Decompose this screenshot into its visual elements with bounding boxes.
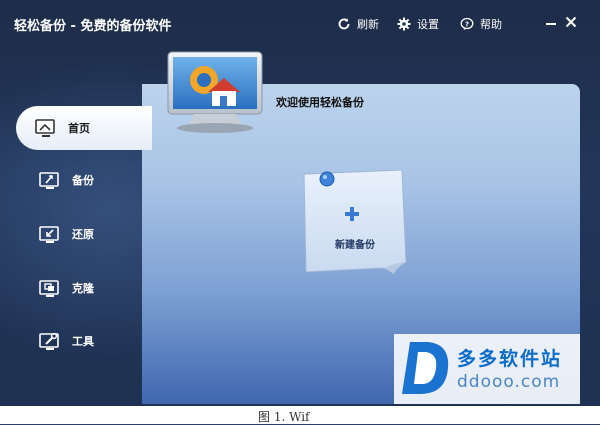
help-label: 帮助	[480, 18, 502, 31]
footer-caption: 图 1. Wif	[258, 410, 310, 424]
backup-monitor-icon	[39, 172, 59, 189]
sidebar-item-home[interactable]: 首页	[16, 106, 152, 150]
close-button[interactable]	[561, 12, 581, 32]
app-title: 轻松备份 - 免费的备份软件	[14, 19, 172, 34]
sidebar-item-label: 工具	[72, 335, 94, 348]
refresh-label: 刷新	[357, 18, 379, 31]
clone-monitor-icon	[39, 280, 59, 297]
refresh-icon	[338, 18, 350, 30]
refresh-button[interactable]: 刷新	[337, 14, 379, 34]
restore-monitor-icon	[39, 226, 59, 243]
new-backup-label: 新建备份	[335, 240, 375, 251]
help-button[interactable]: ? 帮助	[460, 14, 502, 34]
title-bar: 轻松备份 - 免费的备份软件 刷新 设置 ? 帮助	[0, 0, 600, 46]
app-window: 轻松备份 - 免费的备份软件 刷新 设置 ? 帮助 欢迎使用轻松备份 首页 备份…	[0, 0, 600, 424]
note-card-icon	[303, 169, 407, 274]
sidebar-item-clone[interactable]: 克隆	[20, 268, 150, 308]
home-monitor-icon	[35, 119, 55, 137]
sidebar-item-label: 首页	[68, 122, 90, 135]
help-icon: ?	[460, 17, 474, 31]
settings-label: 设置	[417, 18, 439, 31]
settings-button[interactable]: 设置	[397, 14, 439, 34]
minimize-icon	[546, 23, 556, 25]
tools-monitor-icon	[39, 332, 59, 350]
close-icon	[565, 16, 577, 28]
watermark-logo-icon	[402, 342, 449, 394]
sidebar-item-label: 还原	[72, 228, 94, 241]
sidebar-item-tools[interactable]: 工具	[20, 321, 150, 361]
gear-icon	[397, 17, 411, 31]
welcome-text: 欢迎使用轻松备份	[276, 96, 364, 109]
new-backup-card[interactable]	[302, 169, 408, 274]
sidebar-item-restore[interactable]: 还原	[20, 214, 150, 254]
watermark-url: ddooo.com	[457, 372, 561, 392]
monitor-logo-icon	[164, 50, 268, 136]
sidebar-item-label: 克隆	[72, 282, 94, 295]
svg-text:?: ?	[465, 20, 469, 28]
watermark-name: 多多软件站	[457, 348, 563, 370]
sidebar-item-label: 备份	[72, 174, 94, 187]
sidebar-item-backup[interactable]: 备份	[20, 160, 150, 200]
minimize-button[interactable]	[541, 12, 561, 32]
